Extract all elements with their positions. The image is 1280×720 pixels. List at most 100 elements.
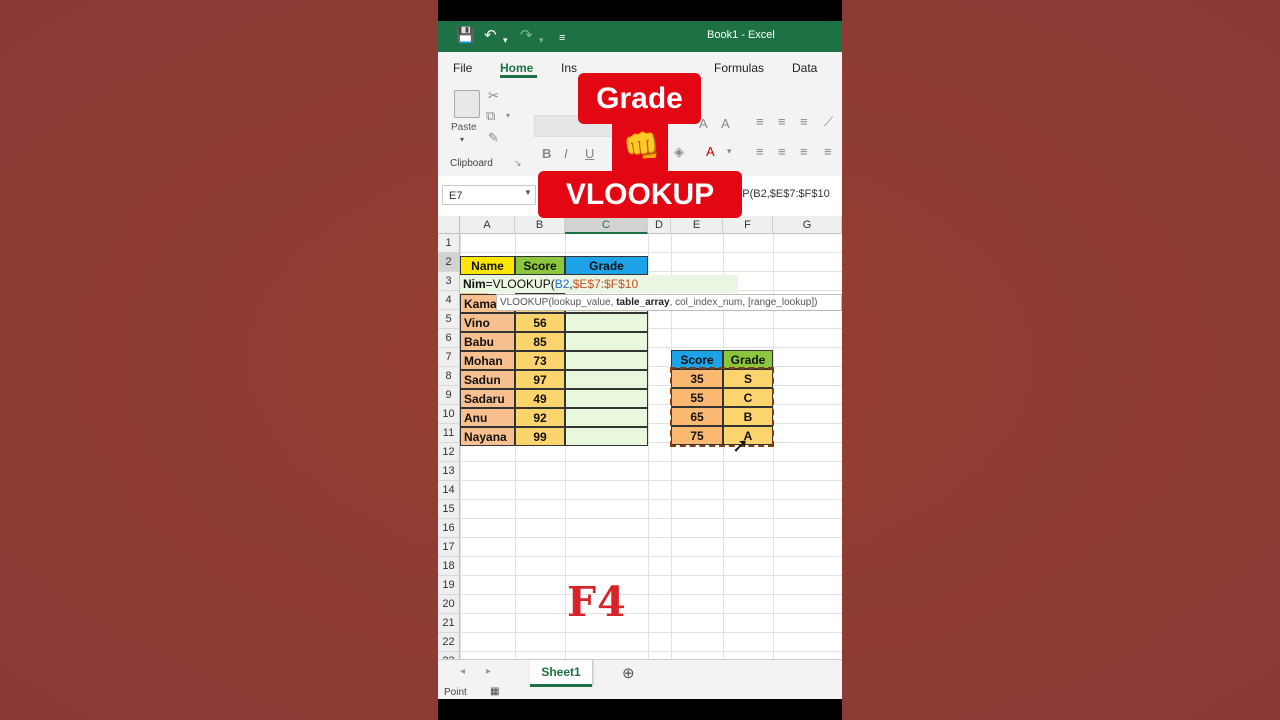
tooltip-rest[interactable]: , col_index_num, [range_lookup]) xyxy=(670,297,818,308)
row-header[interactable]: 14 xyxy=(438,481,460,500)
row-header[interactable]: 16 xyxy=(438,519,460,538)
row-header[interactable]: 15 xyxy=(438,500,460,519)
student-score-cell[interactable]: 85 xyxy=(515,332,565,351)
decrease-font-icon[interactable]: A xyxy=(721,116,730,131)
name-box[interactable]: E7 xyxy=(442,185,536,205)
save-icon[interactable]: 💾 xyxy=(456,27,475,45)
fill-color-icon[interactable]: ◈ xyxy=(674,144,684,160)
italic-button[interactable]: I xyxy=(564,146,568,161)
header-score[interactable]: Score xyxy=(515,256,565,275)
column-header[interactable]: B xyxy=(515,216,565,234)
font-color-dropdown-icon[interactable]: ▾ xyxy=(727,146,732,157)
row-header[interactable]: 4 xyxy=(438,291,460,310)
align-top-icon[interactable]: ≡ xyxy=(756,114,764,129)
tab-insert[interactable]: Ins xyxy=(561,61,577,75)
tooltip-arg1[interactable]: lookup_value, xyxy=(552,297,617,308)
student-score-cell[interactable]: 99 xyxy=(515,427,565,446)
student-score-cell[interactable]: 56 xyxy=(515,313,565,332)
row-header[interactable]: 6 xyxy=(438,329,460,348)
header-name[interactable]: Name xyxy=(460,256,515,275)
student-grade-cell[interactable] xyxy=(565,351,648,370)
sheet-tab-sheet1[interactable]: Sheet1 xyxy=(530,660,592,687)
student-score-cell[interactable]: 92 xyxy=(515,408,565,427)
student-name-cell[interactable]: Sadaru xyxy=(460,389,515,408)
row-header[interactable]: 3 xyxy=(438,272,460,291)
student-name-cell[interactable]: Babu xyxy=(460,332,515,351)
row-header[interactable]: 21 xyxy=(438,614,460,633)
cut-icon[interactable]: ✂ xyxy=(488,88,499,104)
student-grade-cell[interactable] xyxy=(565,389,648,408)
tab-data[interactable]: Data xyxy=(792,61,817,75)
copy-dropdown-icon[interactable]: ▾ xyxy=(506,111,510,120)
tab-home[interactable]: Home xyxy=(500,61,533,75)
undo-icon[interactable]: ↶ xyxy=(484,27,497,45)
row-header[interactable]: 12 xyxy=(438,443,460,462)
row-header[interactable]: 5 xyxy=(438,310,460,329)
font-color-icon[interactable]: A xyxy=(706,144,715,159)
name-box-dropdown-icon[interactable]: ▼ xyxy=(524,188,532,197)
align-bottom-icon[interactable]: ≡ xyxy=(800,114,808,129)
align-right-icon[interactable]: ≡ xyxy=(800,144,808,159)
student-name-cell[interactable]: Sadun xyxy=(460,370,515,389)
align-middle-icon[interactable]: ≡ xyxy=(778,114,786,129)
column-header[interactable]: C xyxy=(565,216,648,234)
row-header[interactable]: 17 xyxy=(438,538,460,557)
student-grade-cell[interactable] xyxy=(565,427,648,446)
select-all-corner[interactable] xyxy=(438,216,460,234)
clipboard-launcher-icon[interactable]: ↘ xyxy=(514,158,522,169)
row-header[interactable]: 10 xyxy=(438,405,460,424)
scroll-tabs-right-icon[interactable]: ▸ xyxy=(486,666,491,677)
student-score-cell[interactable]: 73 xyxy=(515,351,565,370)
row-header[interactable]: 13 xyxy=(438,462,460,481)
student-name-cell[interactable]: Anu xyxy=(460,408,515,427)
new-sheet-icon[interactable]: ⊕ xyxy=(622,664,635,682)
row-header[interactable]: 9 xyxy=(438,386,460,405)
tab-file[interactable]: File xyxy=(453,61,472,75)
align-left-icon[interactable]: ≡ xyxy=(756,144,764,159)
column-header[interactable]: A xyxy=(460,216,515,234)
student-score-cell[interactable]: 49 xyxy=(515,389,565,408)
column-header[interactable]: E xyxy=(671,216,723,234)
tooltip-arg2[interactable]: table_array xyxy=(616,297,669,308)
student-grade-cell[interactable] xyxy=(565,313,648,332)
header-grade[interactable]: Grade xyxy=(565,256,648,275)
tooltip-func[interactable]: VLOOKUP( xyxy=(500,297,552,308)
student-score-cell[interactable]: 97 xyxy=(515,370,565,389)
indent-icon[interactable]: ≡ xyxy=(824,144,832,159)
paste-label[interactable]: Paste xyxy=(451,122,477,133)
row-header[interactable]: 1 xyxy=(438,234,460,253)
align-center-icon[interactable]: ≡ xyxy=(778,144,786,159)
student-name-cell[interactable]: Vino xyxy=(460,313,515,332)
scroll-tabs-left-icon[interactable]: ◂ xyxy=(460,666,465,677)
orientation-icon[interactable]: ⟋ xyxy=(824,114,833,130)
redo-icon[interactable]: ↷ xyxy=(520,27,533,45)
cell-edit-box[interactable]: Nim=VLOOKUP(B2,$E$7:$F$10 xyxy=(460,275,738,293)
row-header[interactable]: 19 xyxy=(438,576,460,595)
undo-dropdown-icon[interactable]: ▾ xyxy=(503,31,508,49)
underline-button[interactable]: U xyxy=(585,146,594,161)
row-header[interactable]: 22 xyxy=(438,633,460,652)
bold-button[interactable]: B xyxy=(542,146,551,161)
tab-formulas[interactable]: Formulas xyxy=(714,61,764,75)
row-header[interactable]: 7 xyxy=(438,348,460,367)
customize-toolbar-icon[interactable]: ≡ xyxy=(559,29,565,47)
column-header[interactable]: F xyxy=(723,216,773,234)
macro-record-icon[interactable]: ▦ xyxy=(490,686,499,697)
student-grade-cell[interactable] xyxy=(565,370,648,389)
student-name-cell[interactable]: Nayana xyxy=(460,427,515,446)
student-grade-cell[interactable] xyxy=(565,408,648,427)
copy-icon[interactable]: ⧉ xyxy=(486,108,495,124)
column-header[interactable]: D xyxy=(648,216,671,234)
redo-dropdown-icon[interactable]: ▾ xyxy=(539,31,544,49)
column-header[interactable]: G xyxy=(773,216,842,234)
row-header[interactable]: 11 xyxy=(438,424,460,443)
paste-dropdown-icon[interactable]: ▾ xyxy=(460,135,464,144)
student-name-cell[interactable]: Mohan xyxy=(460,351,515,370)
row-header[interactable]: 20 xyxy=(438,595,460,614)
format-painter-icon[interactable]: ✎ xyxy=(488,130,499,146)
student-grade-cell[interactable] xyxy=(565,332,648,351)
row-header[interactable]: 18 xyxy=(438,557,460,576)
paste-icon[interactable] xyxy=(454,90,480,118)
row-header[interactable]: 8 xyxy=(438,367,460,386)
row-header[interactable]: 2 xyxy=(438,253,460,272)
